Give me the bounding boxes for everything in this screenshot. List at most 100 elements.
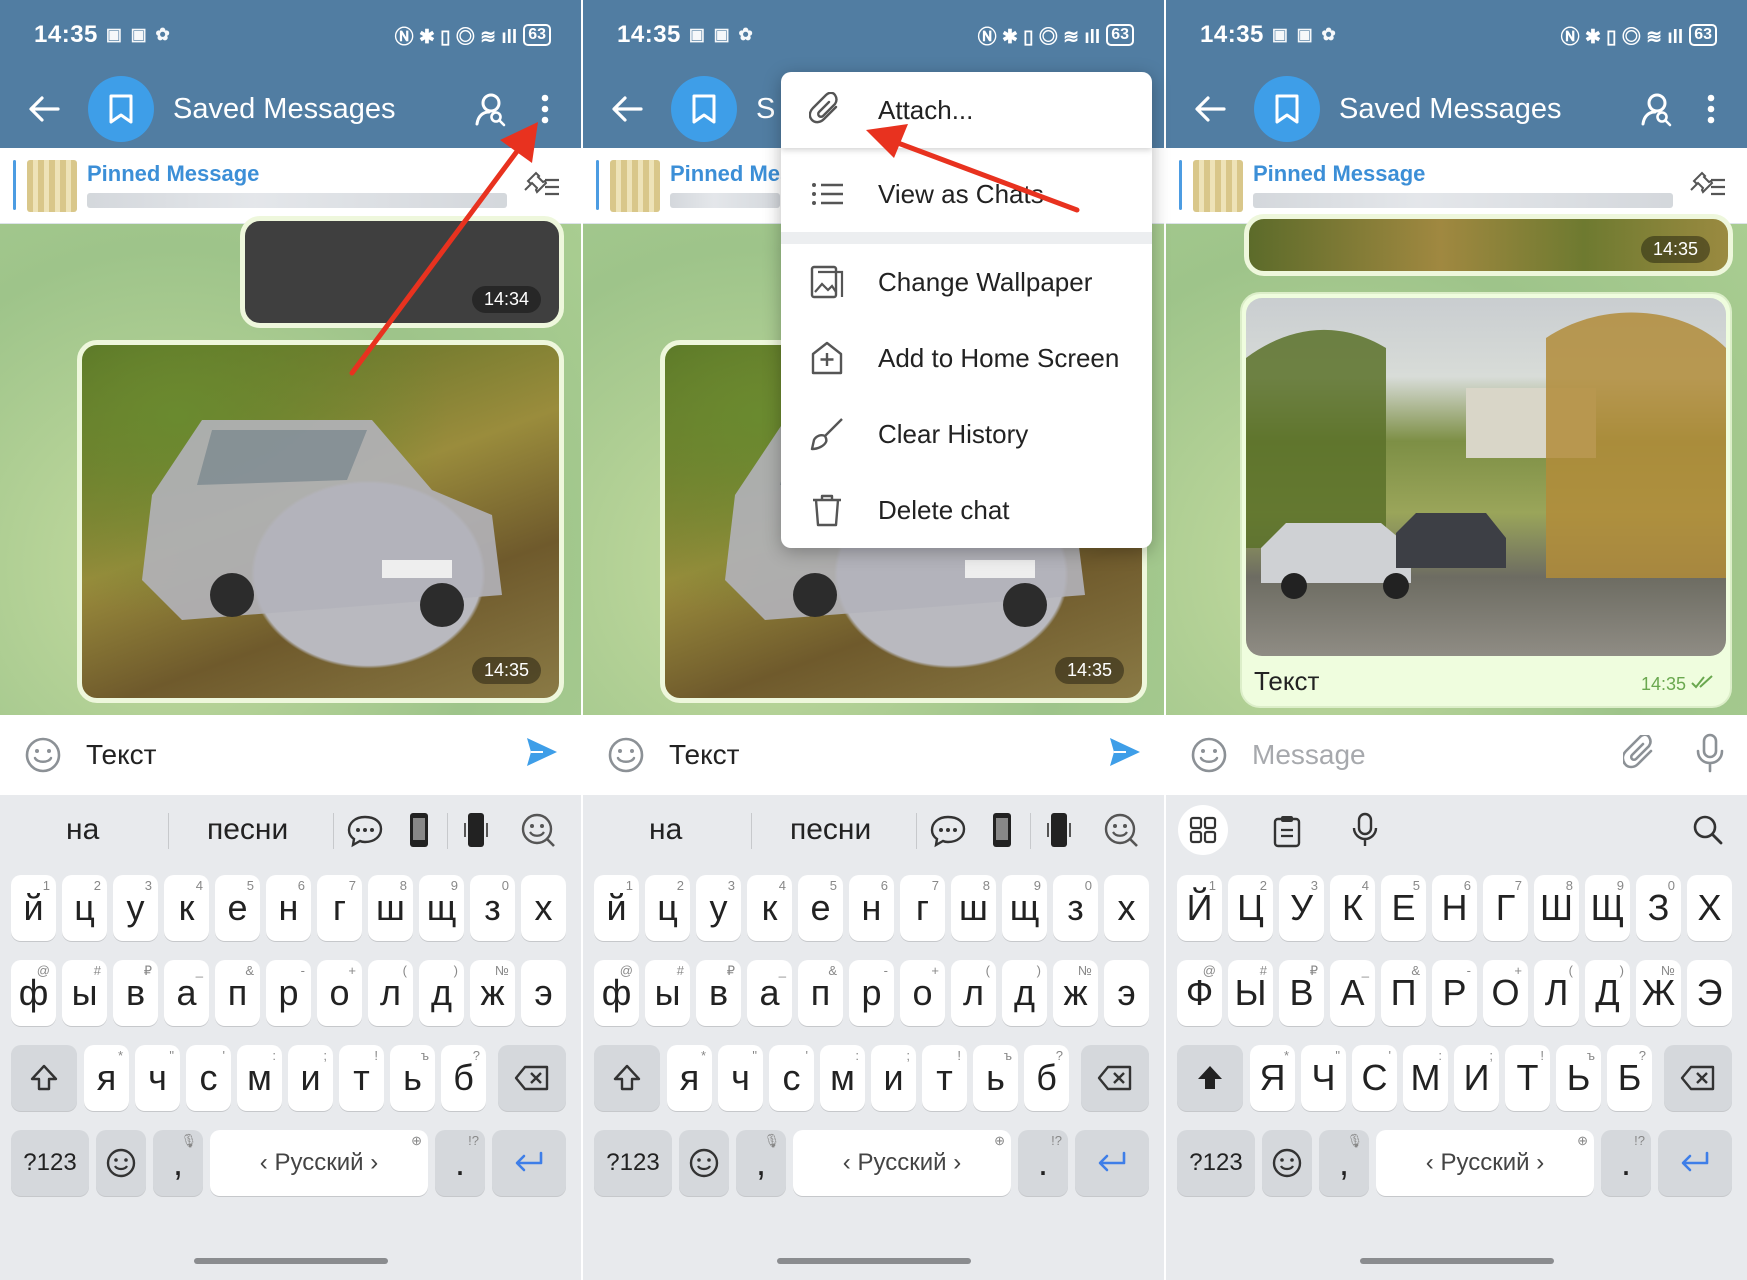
key[interactable]: я * <box>84 1045 129 1111</box>
chat-title[interactable]: Saved Messages <box>173 93 395 126</box>
key[interactable]: с ' <box>769 1045 814 1111</box>
key[interactable]: В ₽ <box>1279 960 1324 1026</box>
send-button[interactable] <box>1108 735 1142 774</box>
chat-title[interactable]: S <box>756 93 775 126</box>
backspace-key[interactable] <box>1081 1045 1149 1111</box>
key[interactable]: л( <box>951 960 996 1026</box>
key[interactable]: А _ <box>1330 960 1375 1026</box>
photo-message[interactable]: 14:35 <box>77 340 564 703</box>
key[interactable]: у3 <box>113 875 158 941</box>
menu-item-add-to-home-screen[interactable]: Add to Home Screen <box>781 320 1152 396</box>
key[interactable]: г7 <box>317 875 362 941</box>
key[interactable]: ы # <box>645 960 690 1026</box>
home-indicator[interactable] <box>193 1258 388 1264</box>
more-options-button[interactable] <box>1689 86 1733 132</box>
key[interactable]: н6 <box>266 875 311 941</box>
key[interactable]: Ьъ <box>1556 1045 1601 1111</box>
key[interactable]: п & <box>215 960 260 1026</box>
emoji-search-icon[interactable] <box>1102 811 1140 849</box>
search-icon[interactable] <box>1692 814 1724 846</box>
key[interactable]: в ₽ <box>113 960 158 1026</box>
emoji-key[interactable] <box>1262 1130 1312 1196</box>
key[interactable]: О + <box>1483 960 1528 1026</box>
key[interactable]: Л( <box>1534 960 1579 1026</box>
photo-caption-message[interactable]: Текст 14:35 <box>1240 292 1732 708</box>
backspace-key[interactable] <box>1664 1045 1732 1111</box>
key[interactable]: я * <box>667 1045 712 1111</box>
key[interactable]: й1 <box>11 875 56 941</box>
key[interactable]: ч " <box>718 1045 763 1111</box>
search-button[interactable] <box>1633 86 1679 132</box>
back-button[interactable] <box>1166 70 1254 148</box>
key[interactable]: м: <box>237 1045 282 1111</box>
key[interactable]: Ц2 <box>1228 875 1273 941</box>
apps-button[interactable] <box>1178 805 1228 855</box>
comma-key[interactable]: , 🎙 <box>1319 1130 1369 1196</box>
key[interactable]: т! <box>922 1045 967 1111</box>
key[interactable]: Е5 <box>1381 875 1426 941</box>
more-options-button[interactable] <box>523 86 567 132</box>
key[interactable]: к4 <box>164 875 209 941</box>
key[interactable]: ж № <box>1053 960 1098 1026</box>
key[interactable]: в ₽ <box>696 960 741 1026</box>
key[interactable]: с ' <box>186 1045 231 1111</box>
message-input[interactable]: Текст <box>669 739 740 771</box>
comma-key[interactable]: , 🎙 <box>736 1130 786 1196</box>
message-input[interactable]: Текст <box>86 739 157 771</box>
menu-item-clear-history[interactable]: Clear History <box>781 396 1152 472</box>
key[interactable]: е5 <box>215 875 260 941</box>
symbols-key[interactable]: ?123 <box>1177 1130 1255 1196</box>
suggestion-word[interactable]: на <box>66 813 99 847</box>
phone-emoji-icon[interactable] <box>408 811 430 849</box>
key[interactable]: и; <box>871 1045 916 1111</box>
key[interactable]: ы # <box>62 960 107 1026</box>
key[interactable]: а _ <box>164 960 209 1026</box>
pinned-message-bar[interactable]: Pinned Message <box>1166 148 1747 224</box>
key[interactable]: д) <box>1002 960 1047 1026</box>
enter-key[interactable] <box>1658 1130 1732 1196</box>
chat-title[interactable]: Saved Messages <box>1339 93 1561 126</box>
key[interactable]: р- <box>266 960 311 1026</box>
back-button[interactable] <box>0 70 88 148</box>
key[interactable]: г7 <box>900 875 945 941</box>
emoji-search-icon[interactable] <box>519 811 557 849</box>
key[interactable]: Р- <box>1432 960 1477 1026</box>
key[interactable]: Ж № <box>1636 960 1681 1026</box>
key[interactable]: о + <box>317 960 362 1026</box>
pinned-list-icon[interactable] <box>521 170 561 200</box>
menu-item-view-as-chats[interactable]: View as Chats <box>781 156 1152 232</box>
key[interactable]: И; <box>1454 1045 1499 1111</box>
key[interactable]: п & <box>798 960 843 1026</box>
emoji-key[interactable] <box>679 1130 729 1196</box>
key[interactable]: Г7 <box>1483 875 1528 941</box>
suggestion-word[interactable]: песни <box>207 813 288 847</box>
period-key[interactable]: .!? <box>435 1130 485 1196</box>
back-button[interactable] <box>583 70 671 148</box>
key[interactable]: ф @ <box>11 960 56 1026</box>
key[interactable]: р- <box>849 960 894 1026</box>
key[interactable]: ьъ <box>973 1045 1018 1111</box>
space-key[interactable]: ‹ Русский › ⊕ <box>1376 1130 1594 1196</box>
key[interactable]: Т! <box>1505 1045 1550 1111</box>
key[interactable]: ж № <box>470 960 515 1026</box>
key[interactable]: Ч " <box>1301 1045 1346 1111</box>
backspace-key[interactable] <box>498 1045 566 1111</box>
voice-input-icon[interactable] <box>1351 812 1379 848</box>
key[interactable]: Х <box>1687 875 1732 941</box>
phone-emoji-icon[interactable] <box>991 811 1013 849</box>
emoji-button[interactable] <box>583 736 669 774</box>
emoji-key[interactable] <box>96 1130 146 1196</box>
key[interactable]: Й1 <box>1177 875 1222 941</box>
key[interactable]: М: <box>1403 1045 1448 1111</box>
attach-button[interactable] <box>1621 733 1659 778</box>
search-button[interactable] <box>467 86 513 132</box>
period-key[interactable]: .!? <box>1601 1130 1651 1196</box>
key[interactable]: К4 <box>1330 875 1375 941</box>
key[interactable]: ш8 <box>951 875 996 941</box>
key[interactable]: э <box>1104 960 1149 1026</box>
key[interactable]: б? <box>441 1045 486 1111</box>
key[interactable]: х <box>521 875 566 941</box>
key[interactable]: Щ9 <box>1585 875 1630 941</box>
clipboard-icon[interactable] <box>1272 814 1302 848</box>
key[interactable]: т! <box>339 1045 384 1111</box>
